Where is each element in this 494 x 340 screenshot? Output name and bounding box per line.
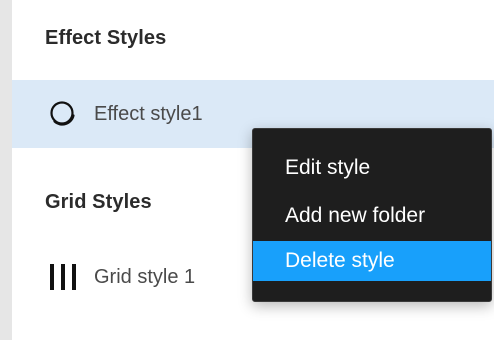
menu-item-edit-style[interactable]: Edit style (253, 148, 491, 188)
menu-item-add-new-folder[interactable]: Add new folder (253, 196, 491, 236)
left-panel-divider (0, 0, 12, 340)
context-menu: Edit style Add new folder Delete style (252, 128, 492, 302)
grid-styles-heading: Grid Styles (45, 191, 152, 213)
menu-item-delete-style[interactable]: Delete style (253, 241, 491, 281)
effect-style-label: Effect style1 (94, 102, 203, 125)
grid-columns-icon (46, 260, 80, 294)
grid-style-label: Grid style 1 (94, 265, 196, 288)
effect-circle-icon (46, 97, 80, 131)
effect-styles-heading: Effect Styles (45, 27, 167, 49)
